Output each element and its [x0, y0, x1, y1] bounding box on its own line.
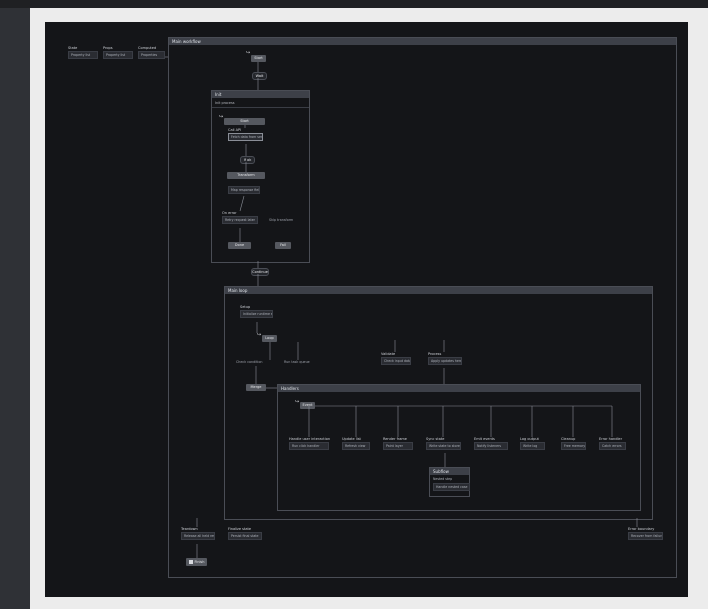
setup-node[interactable]: Setup Initialize runtime state — [240, 305, 273, 318]
props-node-desc: Property list — [103, 51, 133, 59]
subflow-frame[interactable]: Subflow Nested step Handle nested case — [429, 467, 470, 497]
process-node[interactable]: Process Apply updates here — [428, 352, 462, 365]
init-transform-pill[interactable]: Transform — [227, 172, 265, 179]
handler-8-title: Error handler — [599, 437, 623, 441]
teardown-desc: Release all held resources — [181, 532, 215, 540]
handler-3-desc: Paint layer — [383, 442, 413, 450]
validate-desc: Check input data — [381, 357, 411, 365]
loop-start-node[interactable]: Loop — [262, 335, 277, 342]
handler-6-desc: Write log — [520, 442, 545, 450]
init-start-node[interactable]: Start — [224, 118, 265, 125]
computed-node-desc: Properties — [138, 51, 165, 59]
wait-pill-top[interactable]: Wait — [252, 72, 267, 80]
handler-4[interactable]: Sync state Write state to store — [426, 437, 461, 450]
handler-2-desc: Refresh view — [342, 442, 370, 450]
init-frame-title: Init — [212, 91, 309, 98]
init-transform-desc: Map response fields — [228, 186, 260, 194]
props-node[interactable]: Props Property list — [103, 46, 133, 59]
handler-1-title: Handle user interaction — [289, 437, 331, 441]
handler-1[interactable]: Handle user interaction Run click handle… — [289, 437, 331, 450]
init-call-desc: Fetch data from server — [228, 133, 263, 141]
subflow-title: Subflow — [430, 468, 469, 475]
init-cond-pill[interactable]: If ok — [240, 156, 255, 164]
finish-square-icon — [189, 560, 193, 564]
handler-6[interactable]: Log output Write log — [520, 437, 545, 450]
main-start-node[interactable]: Start — [251, 55, 266, 62]
error-boundary-node[interactable]: Error boundary Recover from failure — [628, 527, 663, 540]
left-gutter — [0, 8, 30, 609]
subflow-desc: Handle nested case — [433, 483, 470, 491]
handler-8-desc: Catch errors — [599, 442, 626, 450]
init-fail-node[interactable]: Fail — [275, 242, 291, 249]
validate-node[interactable]: Validate Check input data — [381, 352, 411, 365]
init-frame-header: Init process — [212, 100, 309, 108]
handler-1-desc: Run click handler — [289, 442, 329, 450]
continue-pill[interactable]: Continue — [251, 268, 269, 276]
handlers-start-node[interactable]: Event — [300, 402, 315, 409]
setup-desc: Initialize runtime state — [240, 310, 273, 318]
finalize-desc: Persist final state — [228, 532, 262, 540]
finalize-node[interactable]: Finalize state Persist final state — [228, 527, 262, 540]
top-bar — [0, 0, 708, 8]
main-workflow-title: Main workflow — [169, 38, 676, 45]
merge-node[interactable]: Merge — [246, 384, 266, 391]
init-transform-node[interactable]: Map response fields — [228, 186, 260, 194]
init-side-label: Skip transform — [269, 218, 294, 222]
branch-run: Run task queue — [284, 360, 310, 364]
process-desc: Apply updates here — [428, 357, 462, 365]
handlers-title: Handlers — [278, 385, 640, 392]
branch-check: Check condition — [236, 360, 263, 364]
main-loop-title: Main loop — [225, 287, 652, 294]
computed-node[interactable]: Computed Properties — [138, 46, 165, 59]
finish-node[interactable]: Finish — [186, 558, 207, 566]
handler-5-desc: Notify listeners — [474, 442, 508, 450]
handler-7-desc: Free memory — [561, 442, 586, 450]
state-node[interactable]: State Property list — [68, 46, 98, 59]
init-error-desc: Retry request later — [222, 216, 258, 224]
handler-3[interactable]: Render frame Paint layer — [383, 437, 413, 450]
handler-8[interactable]: Error handler Catch errors — [599, 437, 626, 450]
handler-5[interactable]: Emit events Notify listeners — [474, 437, 508, 450]
handler-4-desc: Write state to store — [426, 442, 461, 450]
init-call-node[interactable]: Call API Fetch data from server — [228, 128, 263, 141]
subflow-line: Nested step — [433, 477, 453, 481]
init-error-node[interactable]: On error Retry request later — [222, 211, 258, 224]
error-boundary-desc: Recover from failure — [628, 532, 663, 540]
teardown-node[interactable]: Teardown Release all held resources — [181, 527, 215, 540]
init-done-node[interactable]: Done — [228, 242, 251, 249]
state-node-desc: Property list — [68, 51, 98, 59]
handler-7[interactable]: Cleanup Free memory — [561, 437, 586, 450]
handler-2[interactable]: Update list Refresh view — [342, 437, 370, 450]
